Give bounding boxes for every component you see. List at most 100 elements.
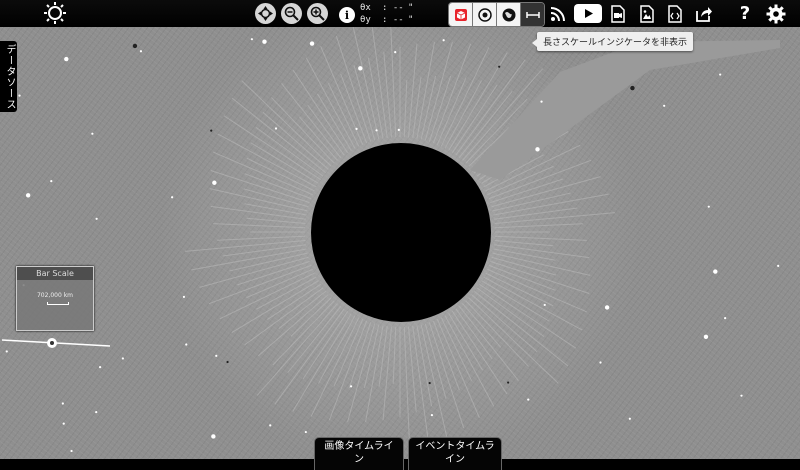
- help-glyph: ?: [739, 3, 751, 24]
- image-file-icon[interactable]: [638, 2, 656, 25]
- star-speck: [540, 100, 543, 103]
- star-speck: [212, 180, 217, 185]
- star-speck: [543, 303, 546, 307]
- indicator-toggle-group: [448, 2, 545, 27]
- corona-ray: [494, 223, 583, 229]
- corona-ray: [347, 323, 376, 423]
- star-speck: [428, 381, 431, 385]
- star-speck: [599, 361, 602, 364]
- embed-code-icon[interactable]: [666, 2, 684, 25]
- info-icon[interactable]: i: [339, 7, 355, 23]
- corona-ray: [333, 319, 364, 387]
- corona-ray: [428, 322, 465, 429]
- toggle-globe-button[interactable]: [497, 3, 521, 26]
- toggle-length-scale-button[interactable]: [521, 3, 544, 26]
- star-speck: [139, 50, 143, 53]
- corona-ray: [432, 43, 472, 144]
- star-speck: [442, 39, 445, 42]
- star-speck: [64, 56, 69, 62]
- event-timeline-label-line1: イベントタイムラ: [415, 441, 495, 452]
- data-source-tab[interactable]: データソース: [0, 41, 17, 112]
- corona-ray: [436, 77, 467, 145]
- image-timeline-label-line2: ン: [354, 454, 364, 465]
- youtube-icon[interactable]: [574, 2, 602, 25]
- corona-ray: [494, 235, 587, 241]
- target-icon: [477, 7, 492, 22]
- bar-scale-title: Bar Scale: [17, 267, 93, 280]
- star-speck: [211, 434, 216, 439]
- corona-ray: [184, 240, 306, 252]
- star-speck: [358, 66, 363, 71]
- star-speck: [262, 39, 267, 44]
- star-speck: [132, 43, 138, 49]
- image-timeline-tab[interactable]: 画像タイムライ ン: [314, 437, 404, 470]
- corona-ray: [403, 80, 408, 138]
- zoom-out-icon: [284, 6, 299, 21]
- star-speck: [62, 422, 65, 425]
- star-speck: [121, 357, 124, 360]
- corona-ray: [408, 43, 418, 138]
- corona-ray: [258, 294, 329, 357]
- corona-ray: [408, 326, 417, 413]
- theta-x-label: θx: [360, 3, 371, 13]
- star-speck: [527, 398, 530, 401]
- movie-file-icon[interactable]: [609, 2, 627, 25]
- corona-ray: [292, 313, 352, 412]
- center-view-button[interactable]: [255, 3, 276, 24]
- share-icon[interactable]: [694, 2, 714, 25]
- corona-ray: [424, 41, 453, 141]
- image-timeline-label-line1: 画像タイムライ: [324, 441, 394, 452]
- corona-ray: [403, 326, 411, 450]
- star-speck: [349, 385, 353, 388]
- star-speck: [498, 65, 501, 68]
- data-source-label: データソース: [4, 44, 15, 110]
- star-speck: [98, 366, 102, 369]
- corona-ray: [412, 77, 422, 138]
- star-speck: [375, 129, 378, 132]
- corona-ray: [244, 203, 307, 216]
- star-speck: [250, 38, 254, 41]
- help-icon[interactable]: ?: [736, 2, 754, 25]
- star-speck: [95, 217, 98, 220]
- corona-ray: [494, 240, 554, 247]
- star-speck: [663, 104, 666, 107]
- star-speck: [630, 85, 635, 91]
- star-speck: [394, 51, 397, 54]
- corona-ray: [383, 51, 392, 138]
- rss-icon[interactable]: [548, 2, 568, 25]
- corona-ray: [432, 320, 460, 391]
- bar-scale-panel[interactable]: Bar Scale 702,000 km: [16, 266, 94, 331]
- star-speck: [185, 343, 188, 346]
- toggle-3d-button[interactable]: [449, 3, 473, 26]
- star-speck: [95, 410, 98, 414]
- corona-ray: [244, 173, 312, 200]
- zoom-in-button[interactable]: [307, 3, 328, 24]
- corona-ray: [246, 217, 306, 224]
- star-speck: [18, 94, 21, 97]
- length-scale-tooltip: 長さスケールインジケータを非表示: [531, 32, 694, 51]
- star-speck: [740, 394, 743, 397]
- corona-ray: [473, 290, 569, 367]
- bright-object: [1, 338, 111, 348]
- event-timeline-tab[interactable]: イベントタイムラ イン: [408, 437, 502, 470]
- star-speck: [703, 334, 709, 339]
- settings-icon[interactable]: [765, 2, 787, 25]
- sun-gear-icon[interactable]: [42, 0, 68, 26]
- star-speck: [269, 424, 272, 427]
- star-speck: [397, 128, 400, 132]
- corona-ray: [392, 326, 397, 384]
- solar-image-viewport[interactable]: [0, 0, 800, 467]
- star-speck: [215, 354, 218, 357]
- corona-ray: [389, 14, 397, 138]
- theta-x-unit: ": [408, 3, 414, 13]
- star-speck: [507, 381, 510, 384]
- theta-y-label: θy: [360, 15, 371, 25]
- star-speck: [182, 295, 186, 298]
- star-speck: [777, 264, 780, 267]
- crosshair-icon: [258, 6, 273, 21]
- bar-scale-value: 702,000 km: [36, 292, 74, 299]
- coordinate-readout: θx : -- " θy : -- ": [360, 2, 413, 26]
- toggle-target-button[interactable]: [473, 3, 497, 26]
- zoom-out-button[interactable]: [281, 3, 302, 24]
- corona-ray: [231, 97, 327, 174]
